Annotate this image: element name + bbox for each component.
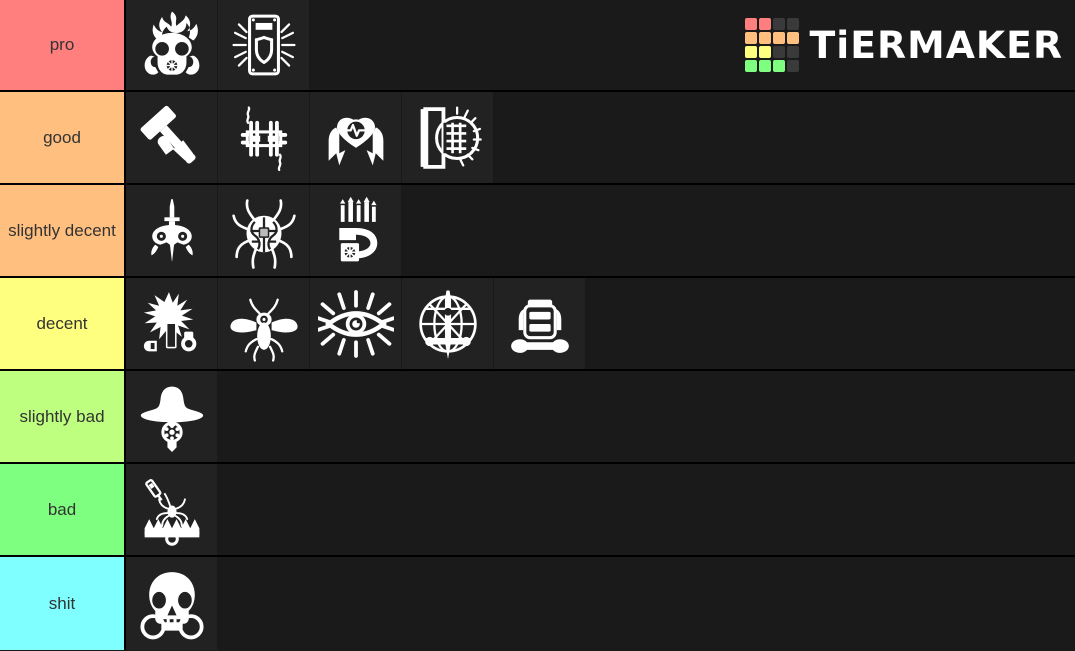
skull-handcuffs-icon[interactable] bbox=[126, 557, 218, 650]
tier-row: good bbox=[0, 92, 1075, 185]
sword-sphere-icon[interactable] bbox=[402, 278, 494, 369]
tier-empty-dropzone[interactable] bbox=[402, 185, 1075, 276]
tier-label[interactable]: slightly bad bbox=[0, 371, 126, 462]
tier-row: slightly bad bbox=[0, 371, 1075, 464]
smoking-machine-icon[interactable] bbox=[218, 92, 310, 183]
heart-hands-icon[interactable] bbox=[310, 92, 402, 183]
firecracker-icon[interactable] bbox=[126, 278, 218, 369]
tier-row: pro TiERMAKER bbox=[0, 0, 1075, 92]
tier-items-container[interactable] bbox=[126, 185, 1075, 276]
tier-items-container[interactable] bbox=[126, 557, 1075, 650]
eye-rays-icon[interactable] bbox=[310, 278, 402, 369]
tier-row: bad bbox=[0, 464, 1075, 557]
tier-row: slightly decent bbox=[0, 185, 1075, 278]
spider-brain-icon[interactable] bbox=[218, 185, 310, 276]
cowboy-hat-revolver-icon[interactable] bbox=[126, 371, 218, 462]
tier-empty-dropzone[interactable] bbox=[218, 371, 1075, 462]
fly-icon[interactable] bbox=[218, 278, 310, 369]
tier-empty-dropzone[interactable] bbox=[310, 0, 1075, 90]
backpack-bone-icon[interactable] bbox=[494, 278, 586, 369]
beartrap-spider-icon[interactable] bbox=[126, 464, 218, 555]
tier-label[interactable]: shit bbox=[0, 557, 126, 650]
tier-label[interactable]: decent bbox=[0, 278, 126, 369]
tier-empty-dropzone[interactable] bbox=[218, 464, 1075, 555]
tier-label[interactable]: pro bbox=[0, 0, 126, 90]
tier-items-container[interactable] bbox=[126, 278, 1075, 369]
tier-label[interactable]: slightly decent bbox=[0, 185, 126, 276]
tier-empty-dropzone[interactable] bbox=[218, 557, 1075, 650]
tier-label[interactable]: bad bbox=[0, 464, 126, 555]
tier-row: shit bbox=[0, 557, 1075, 650]
toolbox-icon[interactable] bbox=[310, 185, 402, 276]
tier-empty-dropzone[interactable] bbox=[494, 92, 1075, 183]
tier-empty-dropzone[interactable] bbox=[586, 278, 1075, 369]
tier-items-container[interactable] bbox=[126, 0, 1075, 90]
tier-label[interactable]: good bbox=[0, 92, 126, 183]
tier-list: pro TiERMAKER good slightly decent decen… bbox=[0, 0, 1075, 651]
tier-items-container[interactable] bbox=[126, 371, 1075, 462]
dagger-skull-icon[interactable] bbox=[126, 185, 218, 276]
tier-items-container[interactable] bbox=[126, 464, 1075, 555]
hammer-icon[interactable] bbox=[126, 92, 218, 183]
sun-gate-icon[interactable] bbox=[402, 92, 494, 183]
gas-mask-flames-icon[interactable] bbox=[126, 0, 218, 90]
tier-row: decent bbox=[0, 278, 1075, 371]
tier-items-container[interactable] bbox=[126, 92, 1075, 183]
generator-shield-icon[interactable] bbox=[218, 0, 310, 90]
